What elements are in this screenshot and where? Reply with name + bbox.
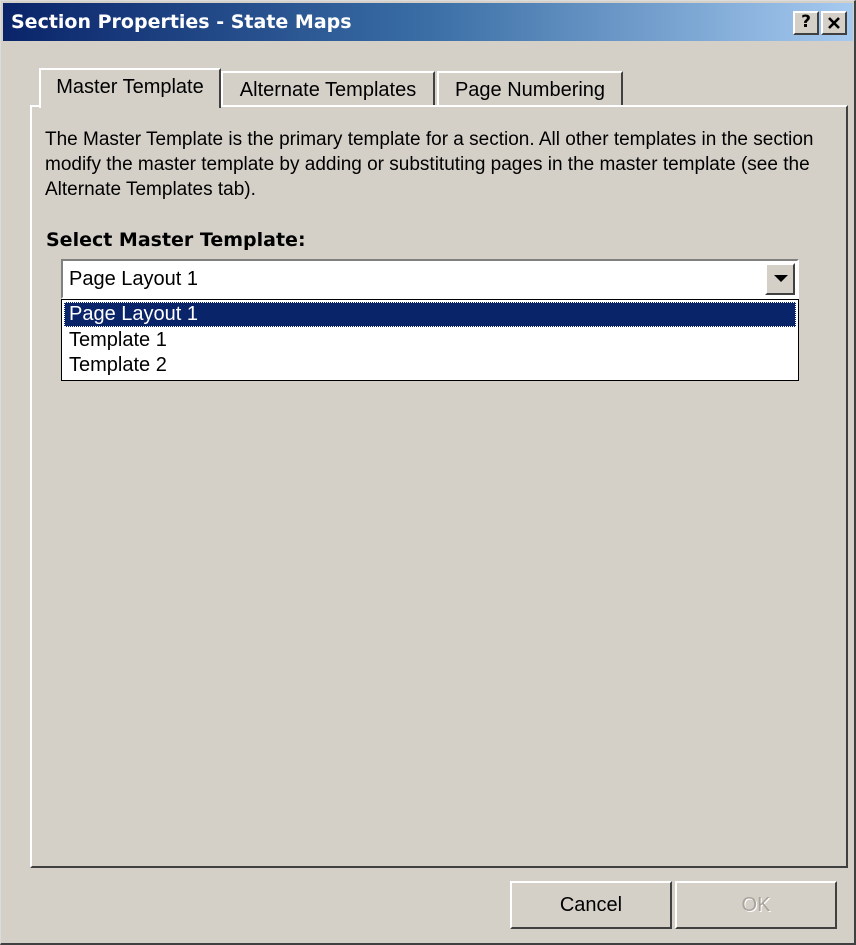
dropdown-option-page-layout-1[interactable]: Page Layout 1: [64, 302, 796, 327]
chevron-down-icon: [774, 275, 788, 282]
combobox-value: Page Layout 1: [69, 268, 198, 290]
close-button[interactable]: [821, 11, 847, 35]
description-text: The Master Template is the primary templ…: [45, 129, 814, 200]
help-button[interactable]: ?: [793, 11, 819, 35]
dropdown-arrow-button[interactable]: [765, 263, 795, 295]
close-icon: [828, 17, 840, 29]
tab-label: Alternate Templates: [239, 79, 417, 101]
tab-page-numbering[interactable]: Page Numbering: [437, 71, 623, 107]
window-title: Section Properties - State Maps: [11, 11, 352, 33]
dropdown-option-template-1[interactable]: Template 1: [64, 328, 796, 353]
dialog-window: Section Properties - State Maps ? Master…: [0, 0, 856, 945]
cancel-button[interactable]: Cancel: [510, 881, 672, 929]
tab-master-template[interactable]: Master Template: [39, 68, 221, 108]
help-icon: ?: [801, 12, 811, 32]
tab-label: Master Template: [56, 76, 204, 98]
tab-panel: [30, 105, 848, 868]
ok-button[interactable]: OK: [675, 881, 837, 929]
dropdown-option-template-2[interactable]: Template 2: [64, 353, 796, 378]
title-bar[interactable]: Section Properties - State Maps ?: [3, 3, 853, 41]
master-template-combobox[interactable]: Page Layout 1: [61, 259, 799, 299]
template-dropdown-list: Page Layout 1 Template 1 Template 2: [61, 299, 799, 381]
tab-alternate-templates[interactable]: Alternate Templates: [221, 71, 435, 107]
select-master-template-label: Select Master Template:: [46, 229, 306, 251]
tab-label: Page Numbering: [454, 79, 606, 101]
